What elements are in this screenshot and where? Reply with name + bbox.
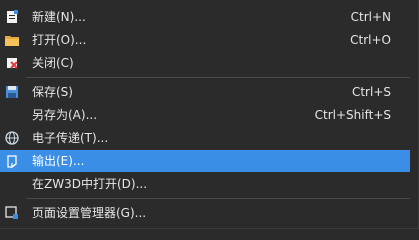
menu-item-label: 在ZW3D中打开(D)...	[32, 177, 148, 191]
menu-item-etransmit[interactable]: 电子传递(T)...	[0, 127, 410, 149]
save-icon	[6, 86, 18, 98]
menu-item-shortcut: Ctrl+S	[351, 85, 391, 99]
menu-item-label: 电子传递(T)...	[32, 131, 109, 145]
open-folder-icon	[5, 36, 19, 46]
new-file-icon	[7, 10, 18, 23]
menu-item-export[interactable]: 输出(E)...	[0, 150, 410, 172]
menu-separator	[26, 198, 410, 199]
close-file-icon	[7, 58, 18, 69]
menu-item-save[interactable]: 保存(S) Ctrl+S	[0, 81, 410, 103]
menu-item-open[interactable]: 打开(O)... Ctrl+O	[0, 29, 410, 51]
file-menu: 新建(N)... Ctrl+N 打开(O)... Ctrl+O 关闭(C) 保存…	[0, 0, 419, 229]
menu-item-shortcut: Ctrl+Shift+S	[314, 108, 391, 122]
menu-item-label: 新建(N)...	[32, 10, 86, 24]
menu-item-open-in-zw3d[interactable]: 在ZW3D中打开(D)...	[0, 173, 410, 195]
menu-item-new[interactable]: 新建(N)... Ctrl+N	[0, 6, 410, 28]
menu-item-shortcut: Ctrl+O	[350, 33, 391, 47]
menu-item-page-setup[interactable]: 页面设置管理器(G)...	[0, 202, 410, 224]
menu-item-close[interactable]: 关闭(C)	[0, 52, 410, 74]
menu-item-label: 页面设置管理器(G)...	[32, 206, 147, 220]
page-setup-icon	[5, 206, 18, 219]
export-icon	[7, 155, 17, 169]
menu-item-save-as[interactable]: 另存为(A)... Ctrl+Shift+S	[0, 104, 410, 126]
menu-separator	[26, 77, 410, 78]
menu-item-label: 输出(E)...	[32, 154, 85, 168]
menu-item-label: 关闭(C)	[32, 56, 74, 70]
menu-item-label: 保存(S)	[32, 85, 73, 99]
menu-item-label: 打开(O)...	[32, 33, 87, 47]
menu-item-shortcut: Ctrl+N	[350, 10, 391, 24]
globe-transmit-icon	[5, 131, 19, 145]
menu-item-label: 另存为(A)...	[32, 108, 98, 122]
